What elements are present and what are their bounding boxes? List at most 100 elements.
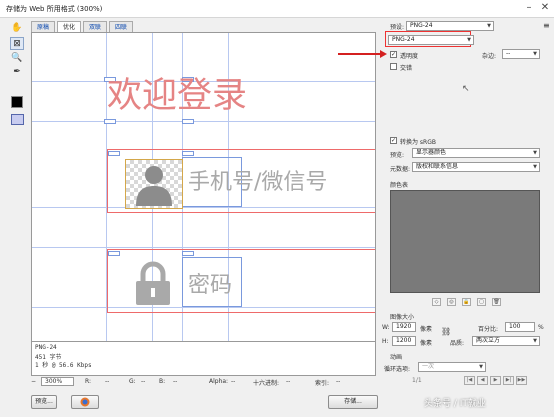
play-icon[interactable]: ▶	[490, 376, 501, 385]
new-color-icon[interactable]: ▢	[477, 298, 486, 306]
last-frame-icon[interactable]: ▶▶	[516, 376, 527, 385]
convert-srgb-label: 转换为 sRGB	[400, 139, 436, 146]
preview-select[interactable]: 显示器颜色 ▼	[412, 148, 540, 158]
format-info: PNG-24	[35, 344, 57, 351]
index-value: --	[336, 378, 341, 385]
save-button[interactable]: 存储...	[328, 395, 378, 409]
chevron-down-icon: ▼	[487, 23, 491, 29]
slice-tag[interactable]	[104, 119, 116, 124]
percent-input[interactable]: 100	[505, 322, 535, 332]
hand-icon[interactable]: ✋	[10, 22, 24, 35]
color-table[interactable]	[390, 190, 540, 293]
quality-label: 品质:	[450, 340, 465, 347]
status-bar: − 300% R: -- G: -- B: -- Alpha: -- 十六进制:…	[31, 377, 376, 387]
chevron-down-icon: ▼	[533, 150, 537, 156]
matte-label: 杂边:	[482, 53, 497, 60]
frame-counter: 1/1	[412, 377, 422, 384]
width-input[interactable]: 1920	[392, 322, 416, 332]
transparency-checkbox[interactable]: ✓	[390, 51, 397, 58]
eyedropper-icon[interactable]: ✒	[10, 66, 24, 79]
zoom-icon[interactable]: 🔍	[10, 52, 24, 65]
chevron-down-icon: ▼	[533, 338, 537, 344]
map-color-icon[interactable]: ◇	[432, 298, 441, 306]
slice-select-icon[interactable]: ⊠	[10, 37, 24, 50]
preview-label: 预览:	[390, 152, 405, 159]
tab-optimized[interactable]: 优化	[57, 21, 82, 32]
preview-canvas[interactable]: 欢迎登录 手机号/微信号 密码	[31, 32, 376, 342]
annotation-arrow	[338, 53, 382, 55]
percent-label: 百分比:	[478, 326, 499, 333]
eyedropper-color-swatch[interactable]	[11, 96, 23, 108]
width-label: W:	[382, 324, 390, 331]
resample-quality-value: 两次立方	[476, 337, 501, 344]
toggle-slice-visibility-icon[interactable]	[11, 114, 24, 125]
loop-options-value: 一次	[422, 363, 435, 370]
avatar-slice[interactable]	[125, 159, 183, 209]
red-label: R:	[85, 378, 92, 385]
preview-in-browser-button[interactable]: 预览...	[31, 395, 57, 409]
metadata-value: 版权和联系信息	[416, 163, 459, 170]
delete-color-icon[interactable]: 🗑	[492, 298, 501, 306]
link-proportions-icon[interactable]: ⛓	[441, 327, 451, 336]
loop-options-select[interactable]: 一次 ▼	[418, 362, 486, 372]
green-label: G:	[129, 378, 136, 385]
height-input[interactable]: 1200	[392, 336, 416, 346]
tab-4-up[interactable]: 四联	[109, 21, 134, 32]
dialog-buttons: 预览... 存储...	[31, 395, 378, 411]
tab-2-up[interactable]: 双联	[83, 21, 108, 32]
chevron-down-icon: ▼	[533, 164, 537, 170]
zoom-minus-icon[interactable]: −	[31, 378, 36, 385]
color-table-label: 颜色表	[390, 182, 409, 189]
index-label: 索引:	[315, 380, 330, 387]
height-unit: 像素	[420, 340, 433, 347]
matte-value: --	[506, 50, 511, 57]
lock-icon	[136, 261, 170, 305]
chevron-down-icon: ▼	[467, 37, 471, 43]
file-format-select[interactable]: PNG-24 ▼	[388, 35, 474, 45]
chevron-down-icon: ▼	[479, 364, 483, 370]
image-size-label: 图像大小	[390, 314, 415, 321]
zoom-level-select[interactable]: 300%	[41, 377, 74, 386]
first-frame-icon[interactable]: |◀	[464, 376, 475, 385]
width-unit: 像素	[420, 326, 433, 333]
preset-value: PNG-24	[410, 22, 433, 29]
optimization-info: PNG-24 451 字节 1 秒 @ 56.6 Kbps	[31, 342, 376, 376]
browser-icon	[80, 397, 90, 407]
blue-value: --	[173, 378, 178, 385]
matte-select[interactable]: -- ▼	[502, 49, 540, 59]
tab-original[interactable]: 原稿	[31, 21, 56, 32]
interlaced-checkbox[interactable]	[390, 63, 397, 70]
transparency-label: 透明度	[400, 53, 419, 60]
mouse-cursor-icon: ↖	[462, 84, 470, 94]
panel-menu-icon[interactable]: ≡	[543, 21, 550, 30]
alpha-value: --	[231, 378, 236, 385]
title-bar: 存储为 Web 所用格式 (300%) – ✕	[0, 0, 554, 18]
close-icon[interactable]: ✕	[538, 1, 552, 15]
lock-color-icon[interactable]: 🔒	[462, 298, 471, 306]
resample-quality-select[interactable]: 两次立方 ▼	[472, 336, 540, 346]
convert-srgb-checkbox[interactable]: ✓	[390, 137, 397, 144]
previous-frame-icon[interactable]: ◀	[477, 376, 488, 385]
interlaced-label: 交错	[400, 65, 413, 72]
preset-select[interactable]: PNG-24 ▼	[406, 21, 494, 31]
preset-label: 预设:	[390, 24, 405, 31]
user-silhouette-icon	[136, 166, 172, 206]
canvas-heading: 欢迎登录	[107, 76, 248, 116]
slice-tag[interactable]	[182, 119, 194, 124]
browser-select-button[interactable]	[71, 395, 99, 409]
minimize-icon[interactable]: –	[522, 1, 536, 15]
web-shift-icon[interactable]: ◎	[447, 298, 456, 306]
view-tabs: 原稿 优化 双联 四联	[31, 21, 134, 32]
next-frame-icon[interactable]: ▶|	[503, 376, 514, 385]
phone-placeholder-text: 手机号/微信号	[188, 170, 328, 195]
metadata-select[interactable]: 版权和联系信息 ▼	[412, 162, 540, 172]
download-speed-info: 1 秒 @ 56.6 Kbps	[35, 362, 92, 369]
blue-label: B:	[159, 378, 166, 385]
percent-unit: %	[538, 324, 544, 331]
green-value: --	[141, 378, 146, 385]
height-label: H:	[382, 338, 389, 345]
guide-line	[32, 121, 375, 122]
metadata-label: 元数据:	[390, 166, 411, 173]
toolbox: ✋ ⊠ 🔍 ✒	[6, 22, 28, 125]
settings-panel: 预设: PNG-24 ▼ ≡ PNG-24 ▼ ✓ 透明度 杂边: -- ▼ 交错 ↖…	[380, 18, 554, 417]
